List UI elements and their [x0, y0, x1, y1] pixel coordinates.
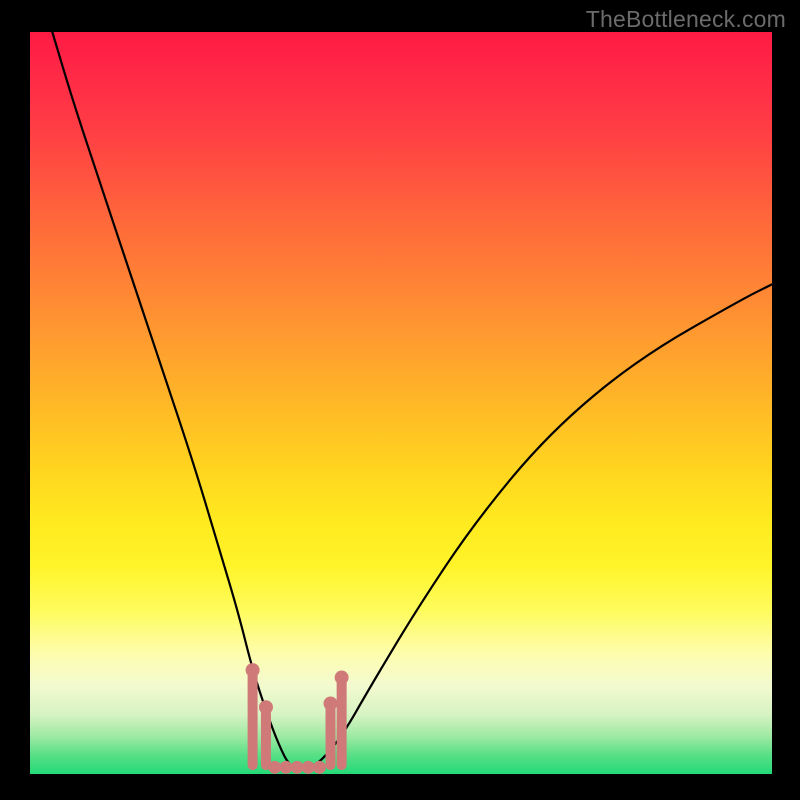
marker-head: [259, 700, 273, 714]
baseline-dot: [302, 761, 315, 774]
watermark-text: TheBottleneck.com: [586, 6, 786, 33]
highlight-markers: [246, 663, 349, 765]
baseline-dot: [279, 761, 292, 774]
marker-head: [335, 671, 349, 685]
baseline-dot: [268, 761, 281, 774]
plot-area: [30, 32, 772, 774]
bottleneck-curve: [52, 32, 772, 769]
marker-head: [324, 697, 338, 711]
baseline-dot: [291, 761, 304, 774]
marker-head: [246, 663, 260, 677]
chart-frame: TheBottleneck.com: [0, 0, 800, 800]
baseline-dots: [268, 761, 326, 774]
chart-overlay: [30, 32, 772, 774]
baseline-dot: [313, 761, 326, 774]
